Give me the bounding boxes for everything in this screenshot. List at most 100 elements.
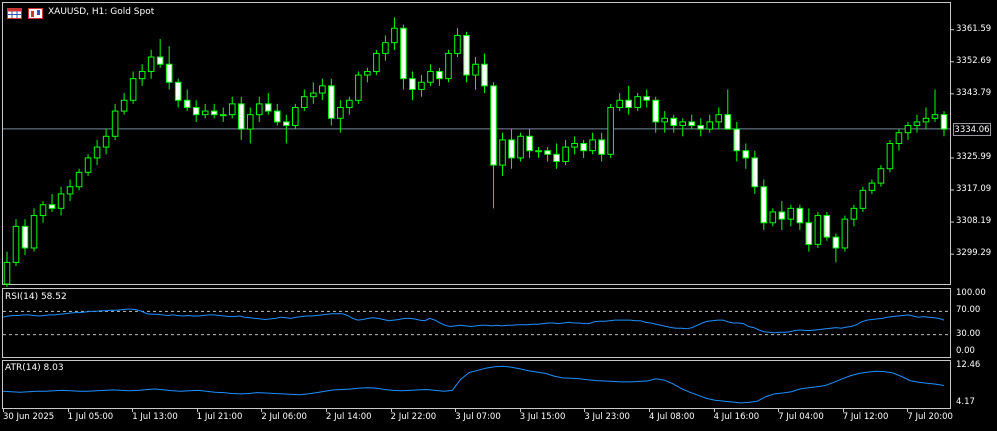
time-tick (649, 409, 650, 412)
candle-body (436, 70, 443, 80)
candle-body (454, 34, 461, 54)
candle-body (111, 110, 119, 137)
candle-body (751, 157, 759, 188)
time-tick (584, 409, 586, 412)
candle-body (93, 146, 101, 159)
time-tick (455, 409, 457, 412)
candle-body (688, 121, 696, 126)
candle-body (75, 171, 83, 188)
candle-body (57, 193, 65, 209)
candle-body (580, 143, 587, 152)
candle-body (301, 96, 308, 108)
candle-body (138, 70, 146, 80)
candle-body (3, 261, 11, 285)
candle-body (553, 153, 560, 163)
chart-title: XAUUSD, H1: Gold Spot (48, 7, 155, 17)
time-tick (907, 409, 909, 412)
atr-pane[interactable]: ATR(14) 8.03 12.46 4.17 (0, 359, 997, 410)
candle-body (192, 106, 200, 116)
candle-body (481, 63, 488, 87)
candle-body (535, 150, 542, 153)
candle-body (769, 211, 777, 224)
time-tick-label: 7 Jul 20:00 (907, 412, 953, 422)
main-chart-pane[interactable]: XAUUSD, H1: Gold Spot 3361.59 3352.69 3343… (0, 0, 997, 287)
candles-table-icon[interactable] (7, 8, 22, 19)
candle-body (544, 150, 551, 155)
price-tick-label: 3308.19 (956, 216, 992, 227)
atr-line (2, 365, 945, 404)
time-tick (842, 409, 844, 412)
candle-body (634, 96, 641, 108)
time-tick-label: 1 Jul 21:00 (196, 412, 243, 422)
rsi-tick-label: 30.00 (956, 328, 981, 339)
candle-body (841, 218, 849, 249)
candle-body (463, 34, 470, 76)
time-tick (519, 409, 521, 412)
candle-body (283, 121, 290, 126)
candle-body (850, 207, 858, 220)
candle-body (652, 99, 659, 123)
atr-tick-label: 4.17 (956, 397, 975, 407)
candle-body (445, 52, 452, 80)
candle-body (724, 114, 732, 130)
candle-body (931, 114, 939, 119)
rsi-chart[interactable] (0, 287, 997, 359)
time-tick-label: 7 Jul 12:00 (842, 412, 889, 422)
candle-body (625, 99, 632, 108)
price-tick-label: 3325.99 (956, 151, 992, 162)
rsi-pane[interactable]: RSI(14) 58.52 100.00 70.00 30.00 0.00 (0, 287, 997, 359)
candle-body (733, 128, 741, 152)
candle-body (400, 27, 407, 80)
price-chart[interactable] (0, 0, 997, 287)
candle-body (409, 78, 416, 90)
time-tick (261, 409, 263, 412)
candle-body (391, 27, 398, 44)
candle-body (895, 132, 903, 144)
candle-body (183, 99, 191, 108)
time-tick-label: 1 Jul 05:00 (67, 412, 114, 422)
candle-body (499, 139, 506, 166)
time-tick-label: 4 Jul 08:00 (649, 412, 695, 422)
candle-body (174, 81, 182, 101)
candle-body (670, 117, 678, 126)
candle-body (517, 135, 524, 159)
candle-body (337, 106, 344, 119)
candle-body (39, 204, 47, 217)
candle-body (805, 222, 813, 245)
atr-tick-label: 12.46 (956, 360, 981, 370)
candle-body (30, 215, 38, 249)
atr-chart[interactable] (0, 359, 997, 410)
rsi-tick-label: 70.00 (956, 305, 981, 316)
price-tick-label: 3343.79 (956, 87, 992, 98)
candle-body (832, 236, 840, 249)
candle-body (598, 139, 605, 155)
candle-body (616, 99, 623, 108)
candle-body (589, 139, 596, 152)
candle-body (156, 56, 164, 65)
candle-body (219, 114, 227, 117)
candle-body (715, 114, 723, 123)
candle-body (562, 146, 569, 163)
candle-body (823, 215, 831, 238)
candle-body (12, 225, 20, 263)
candle-body (571, 143, 578, 148)
chart-type-icon[interactable] (28, 8, 43, 19)
time-tick-label: 3 Jul 07:00 (455, 412, 501, 422)
atr-title: ATR(14) 8.03 (5, 363, 64, 373)
time-tick (67, 409, 69, 412)
candle-body (913, 121, 921, 126)
candle-body (787, 207, 795, 220)
candle-body (84, 157, 92, 173)
candle-body (273, 110, 281, 123)
candle-body (472, 63, 479, 76)
candle-body (904, 124, 912, 134)
rsi-tick-label: 0.00 (956, 346, 975, 356)
time-tick-label: 7 Jul 04:00 (778, 412, 824, 422)
time-tick (3, 409, 4, 412)
candle-body (129, 78, 137, 101)
price-tick-label: 3352.69 (956, 55, 992, 66)
candle-body (868, 182, 876, 191)
candle-body (760, 186, 768, 224)
candle-body (328, 85, 335, 119)
candle-body (310, 92, 317, 98)
